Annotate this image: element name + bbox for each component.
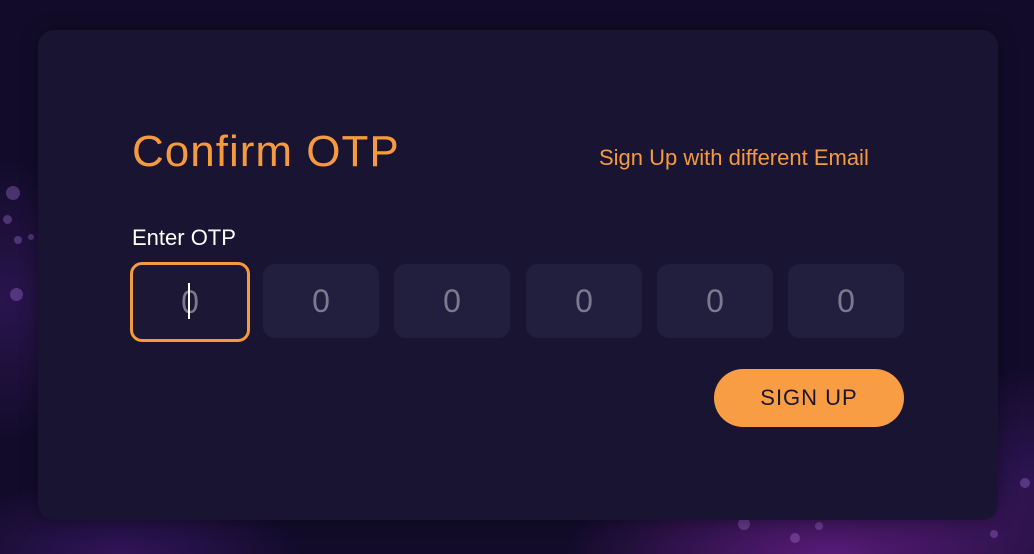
text-cursor [188, 283, 190, 319]
otp-digit-4[interactable] [526, 264, 642, 338]
sign-up-button[interactable]: SIGN UP [714, 369, 904, 427]
background-bokeh [1020, 478, 1030, 488]
background-bokeh [815, 522, 823, 530]
page-title: Confirm OTP [132, 127, 400, 176]
background-bokeh [14, 236, 22, 244]
background-bokeh [3, 215, 12, 224]
otp-input-group [130, 262, 906, 342]
signup-different-email-link[interactable]: Sign Up with different Email [599, 145, 869, 171]
otp-digit-3[interactable] [394, 264, 510, 338]
background-bokeh [10, 288, 23, 301]
background-bokeh [990, 530, 998, 538]
otp-label: Enter OTP [132, 225, 236, 250]
otp-card: Confirm OTP Sign Up with different Email… [38, 30, 998, 520]
otp-digit-2[interactable] [263, 264, 379, 338]
otp-digit-5[interactable] [657, 264, 773, 338]
otp-digit-1-wrapper [130, 262, 250, 342]
background-bokeh [6, 186, 20, 200]
otp-digit-1[interactable] [130, 262, 250, 342]
background-bokeh [28, 234, 34, 240]
background-bokeh [790, 533, 800, 543]
otp-digit-6[interactable] [788, 264, 904, 338]
